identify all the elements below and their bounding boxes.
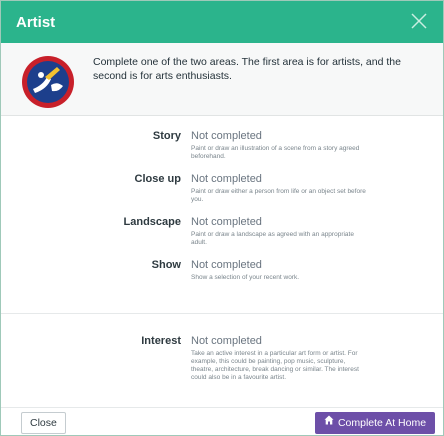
artist-badge-icon	[21, 55, 75, 109]
requirement-label: Story	[152, 130, 181, 142]
requirement-description: Paint or draw a landscape as agreed with…	[191, 231, 354, 246]
requirement-description: Take an active interest in a particular …	[191, 350, 359, 381]
artist-dialog: Artist Complete one of the two areas. Th…	[0, 0, 444, 436]
requirement-label: Show	[151, 259, 181, 271]
complete-at-home-button[interactable]: Complete At Home	[315, 412, 435, 434]
home-icon	[324, 411, 334, 433]
dialog-footer: Close Complete At Home	[1, 409, 443, 435]
requirement-status: Not completed	[191, 130, 262, 142]
requirement-description: Paint or draw an illustration of a scene…	[191, 145, 360, 160]
close-button[interactable]: Close	[21, 412, 66, 434]
requirement-label: Interest	[141, 335, 181, 347]
section-divider	[1, 313, 443, 314]
requirement-description: Paint or draw either a person from life …	[191, 188, 366, 203]
intro-panel: Complete one of the two areas. The first…	[1, 43, 443, 116]
close-icon[interactable]	[405, 7, 433, 35]
intro-text: Complete one of the two areas. The first…	[93, 56, 401, 82]
dialog-title: Artist	[16, 14, 56, 31]
footer-divider	[1, 407, 443, 408]
requirement-status: Not completed	[191, 173, 262, 185]
dialog-header: Artist	[1, 1, 443, 43]
requirement-label: Landscape	[123, 216, 181, 228]
requirement-status: Not completed	[191, 335, 262, 347]
complete-at-home-label: Complete At Home	[337, 417, 427, 429]
requirement-status: Not completed	[191, 259, 262, 271]
requirement-description: Show a selection of your recent work.	[191, 274, 300, 281]
requirement-status: Not completed	[191, 216, 262, 228]
requirement-label: Close up	[134, 173, 181, 185]
